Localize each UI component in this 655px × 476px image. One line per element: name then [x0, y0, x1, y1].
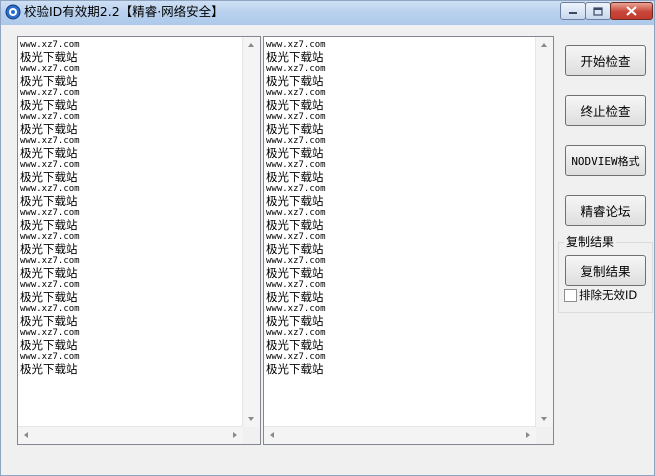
list-item-caption: 极光下载站 — [20, 170, 78, 184]
input-id-list[interactable]: www.xz7.com 极光下载站 www.xz7.com 极光下载站 www.xz7.… — [17, 36, 261, 445]
list-item[interactable]: www.xz7.com 极光下载站 — [20, 40, 242, 64]
result-id-list-content: www.xz7.com 极光下载站 www.xz7.com 极光下载站 www.xz7.… — [266, 40, 535, 426]
maximize-button[interactable] — [585, 2, 611, 20]
scroll-left-arrow-icon[interactable] — [270, 432, 274, 438]
close-button[interactable] — [610, 2, 653, 20]
list-item[interactable]: www.xz7.com 极光下载站 — [266, 184, 535, 208]
list-item[interactable]: www.xz7.com 极光下载站 — [20, 304, 242, 328]
list-item[interactable]: www.xz7.com 极光下载站 — [20, 256, 242, 280]
exclude-invalid-checkbox[interactable] — [564, 289, 577, 302]
scroll-up-arrow-icon[interactable] — [248, 43, 254, 47]
list-item[interactable]: www.xz7.com 极光下载站 — [20, 88, 242, 112]
app-window: 校验ID有效期2.2【精睿·网络安全】 www.xz7.com 极光下载站 www.… — [0, 0, 655, 476]
list-item[interactable]: www.xz7.com 极光下载站 — [266, 88, 535, 112]
scroll-down-arrow-icon[interactable] — [541, 417, 547, 421]
list-item[interactable]: www.xz7.com 极光下载站 — [266, 40, 535, 64]
list-item[interactable]: www.xz7.com 极光下载站 — [20, 352, 242, 376]
list-item-caption: 极光下载站 — [266, 314, 324, 328]
list-item[interactable]: www.xz7.com 极光下载站 — [20, 208, 242, 232]
list-item-caption: 极光下载站 — [266, 362, 324, 376]
list-item-caption: 极光下载站 — [20, 242, 78, 256]
scroll-down-arrow-icon[interactable] — [248, 417, 254, 421]
list-item-caption: 极光下载站 — [266, 218, 324, 232]
list-item[interactable]: www.xz7.com 极光下载站 — [20, 64, 242, 88]
list-item[interactable]: www.xz7.com 极光下载站 — [266, 160, 535, 184]
minimize-icon — [561, 3, 585, 19]
list-item-caption: 极光下载站 — [20, 50, 78, 64]
exclude-invalid-label[interactable]: 排除无效ID — [579, 288, 637, 303]
list-item[interactable]: www.xz7.com 极光下载站 — [20, 112, 242, 136]
list-item[interactable]: www.xz7.com 极光下载站 — [20, 280, 242, 304]
list-item-caption: 极光下载站 — [20, 122, 78, 136]
list-item-caption: 极光下载站 — [266, 170, 324, 184]
vertical-scrollbar[interactable] — [242, 37, 260, 427]
list-item-caption: 极光下载站 — [20, 266, 78, 280]
list-item[interactable]: www.xz7.com 极光下载站 — [20, 160, 242, 184]
list-item-caption: 极光下载站 — [266, 290, 324, 304]
scroll-right-arrow-icon[interactable] — [233, 432, 237, 438]
list-item[interactable]: www.xz7.com 极光下载站 — [266, 112, 535, 136]
list-item-caption: 极光下载站 — [266, 338, 324, 352]
window-title: 校验ID有效期2.2【精睿·网络安全】 — [24, 4, 224, 19]
title-bar[interactable]: 校验ID有效期2.2【精睿·网络安全】 — [1, 1, 654, 25]
list-item-caption: 极光下载站 — [266, 194, 324, 208]
scrollbar-corner — [536, 427, 553, 444]
list-item-caption: 极光下载站 — [20, 338, 78, 352]
vertical-scrollbar[interactable] — [535, 37, 553, 427]
list-item-caption: 极光下载站 — [20, 98, 78, 112]
scroll-right-arrow-icon[interactable] — [526, 432, 530, 438]
stop-check-button[interactable]: 终止检查 — [565, 95, 646, 126]
copy-result-button[interactable]: 复制结果 — [565, 255, 646, 286]
scrollbar-corner — [243, 427, 260, 444]
list-item[interactable]: www.xz7.com 极光下载站 — [20, 184, 242, 208]
start-check-button[interactable]: 开始检查 — [565, 45, 646, 76]
list-item-caption: 极光下载站 — [266, 266, 324, 280]
list-item-caption: 极光下载站 — [20, 290, 78, 304]
input-id-list-content: www.xz7.com 极光下载站 www.xz7.com 极光下载站 www.xz7.… — [20, 40, 242, 426]
list-item[interactable]: www.xz7.com 极光下载站 — [266, 256, 535, 280]
minimize-button[interactable] — [560, 2, 586, 20]
list-item-caption: 极光下载站 — [20, 146, 78, 160]
list-item-caption: 极光下载站 — [266, 122, 324, 136]
list-item[interactable]: www.xz7.com 极光下载站 — [266, 304, 535, 328]
list-item[interactable]: www.xz7.com 极光下载站 — [266, 328, 535, 352]
list-item-caption: 极光下载站 — [20, 362, 78, 376]
list-item-caption: 极光下载站 — [20, 74, 78, 88]
list-item-caption: 极光下载站 — [266, 50, 324, 64]
list-item-caption: 极光下载站 — [266, 242, 324, 256]
list-item-caption: 极光下载站 — [20, 314, 78, 328]
scroll-left-arrow-icon[interactable] — [24, 432, 28, 438]
maximize-icon — [586, 3, 610, 19]
list-item[interactable]: www.xz7.com 极光下载站 — [20, 328, 242, 352]
close-icon — [611, 3, 652, 19]
list-item-caption: 极光下载站 — [266, 74, 324, 88]
result-id-list[interactable]: www.xz7.com 极光下载站 www.xz7.com 极光下载站 www.xz7.… — [263, 36, 554, 445]
scroll-up-arrow-icon[interactable] — [541, 43, 547, 47]
list-item[interactable]: www.xz7.com 极光下载站 — [266, 352, 535, 376]
list-item[interactable]: www.xz7.com 极光下载站 — [20, 136, 242, 160]
list-item[interactable]: www.xz7.com 极光下载站 — [20, 232, 242, 256]
nodview-format-button[interactable]: NODVIEW格式 — [565, 145, 646, 176]
horizontal-scrollbar[interactable] — [18, 426, 243, 444]
app-icon[interactable] — [5, 4, 21, 20]
list-item-caption: 极光下载站 — [266, 98, 324, 112]
list-item[interactable]: www.xz7.com 极光下载站 — [266, 136, 535, 160]
list-item-caption: 极光下载站 — [20, 194, 78, 208]
forum-button[interactable]: 精睿论坛 — [565, 195, 646, 226]
list-item[interactable]: www.xz7.com 极光下载站 — [266, 64, 535, 88]
list-item[interactable]: www.xz7.com 极光下载站 — [266, 208, 535, 232]
list-item-caption: 极光下载站 — [266, 146, 324, 160]
list-item[interactable]: www.xz7.com 极光下载站 — [266, 280, 535, 304]
horizontal-scrollbar[interactable] — [264, 426, 536, 444]
list-item[interactable]: www.xz7.com 极光下载站 — [266, 232, 535, 256]
list-item-caption: 极光下载站 — [20, 218, 78, 232]
copy-result-group-title: 复制结果 — [564, 234, 617, 250]
